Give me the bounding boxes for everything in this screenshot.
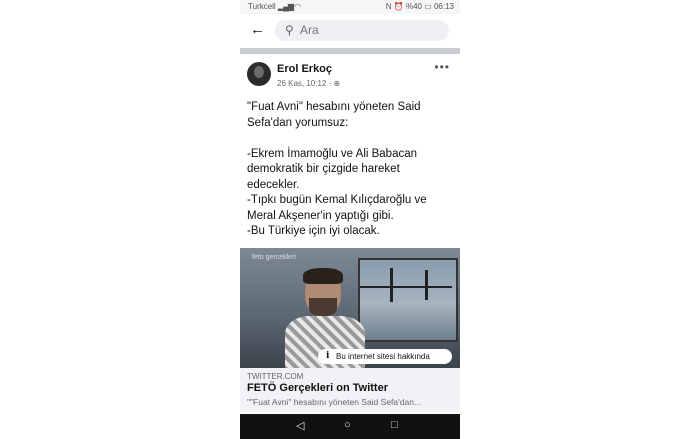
post-line: -Ekrem İmamoğlu ve Ali Babacan demokrati… (247, 147, 418, 191)
beard (309, 298, 337, 316)
search-icon: ⚲ (285, 23, 294, 37)
avatar[interactable] (247, 62, 271, 86)
hair (303, 268, 343, 284)
status-right: N ⏰ %40 ▭ 06:13 (385, 2, 454, 11)
about-site-label: Bu internet sitesi hakkında (336, 352, 430, 361)
post-line: -Bu Türkiye için iyi olacak. (247, 225, 380, 237)
post-line (247, 131, 455, 147)
nav-home-icon[interactable]: ○ (344, 419, 351, 431)
bridge-painting (358, 258, 458, 342)
bridge-deck (360, 286, 452, 294)
link-domain: TWITTER.COM (247, 372, 304, 381)
link-preview-image[interactable]: feto gercekleri i Bu internet sitesi hak… (240, 248, 460, 368)
search-bar[interactable]: ⚲ (275, 20, 449, 41)
status-bar: Turkcell ▂▄▆ ◠ N ⏰ %40 ▭ 06:13 (240, 0, 460, 14)
info-icon: i (326, 351, 330, 361)
back-arrow-icon[interactable]: ← (250, 22, 266, 38)
bridge-tower (390, 268, 393, 302)
post-meta: 26 Kas, 10:12 · ⊕ (277, 79, 341, 88)
carrier-label: Turkcell (248, 2, 276, 11)
signal-icon: ▂▄▆ ◠ (278, 2, 301, 11)
image-watermark: feto gercekleri (252, 254, 296, 261)
link-title: FETÖ Gerçekleri on Twitter (247, 382, 388, 394)
link-subtitle: ""Fuat Avni" hesabını yöneten Said Sefa'… (247, 397, 422, 407)
author-name[interactable]: Erol Erkoç (277, 63, 332, 75)
link-preview[interactable]: TWITTER.COM FETÖ Gerçekleri on Twitter "… (240, 368, 460, 412)
android-nav-bar: ◁ ○ □ (240, 414, 460, 439)
post-text: "Fuat Avni" hesabını yöneten Said Sefa'd… (247, 100, 455, 240)
search-input[interactable] (300, 22, 440, 38)
more-options-icon[interactable]: ••• (434, 60, 450, 74)
nav-recents-icon[interactable]: □ (391, 419, 398, 431)
bridge-tower (425, 270, 428, 300)
nav-back-icon[interactable]: ◁ (296, 419, 304, 432)
about-site-button[interactable]: i Bu internet sitesi hakkında (318, 349, 452, 364)
post-line: "Fuat Avni" hesabını yöneten Said Sefa'd… (247, 101, 421, 129)
search-header: ← ⚲ (240, 14, 460, 48)
post-line: -Tıpkı bugün Kemal Kılıçdaroğlu ve Meral… (247, 194, 427, 222)
post-card: Erol Erkoç 26 Kas, 10:12 · ⊕ ••• "Fuat A… (240, 54, 460, 414)
phone-screen: Turkcell ▂▄▆ ◠ N ⏰ %40 ▭ 06:13 ← ⚲ Erol … (240, 0, 460, 439)
